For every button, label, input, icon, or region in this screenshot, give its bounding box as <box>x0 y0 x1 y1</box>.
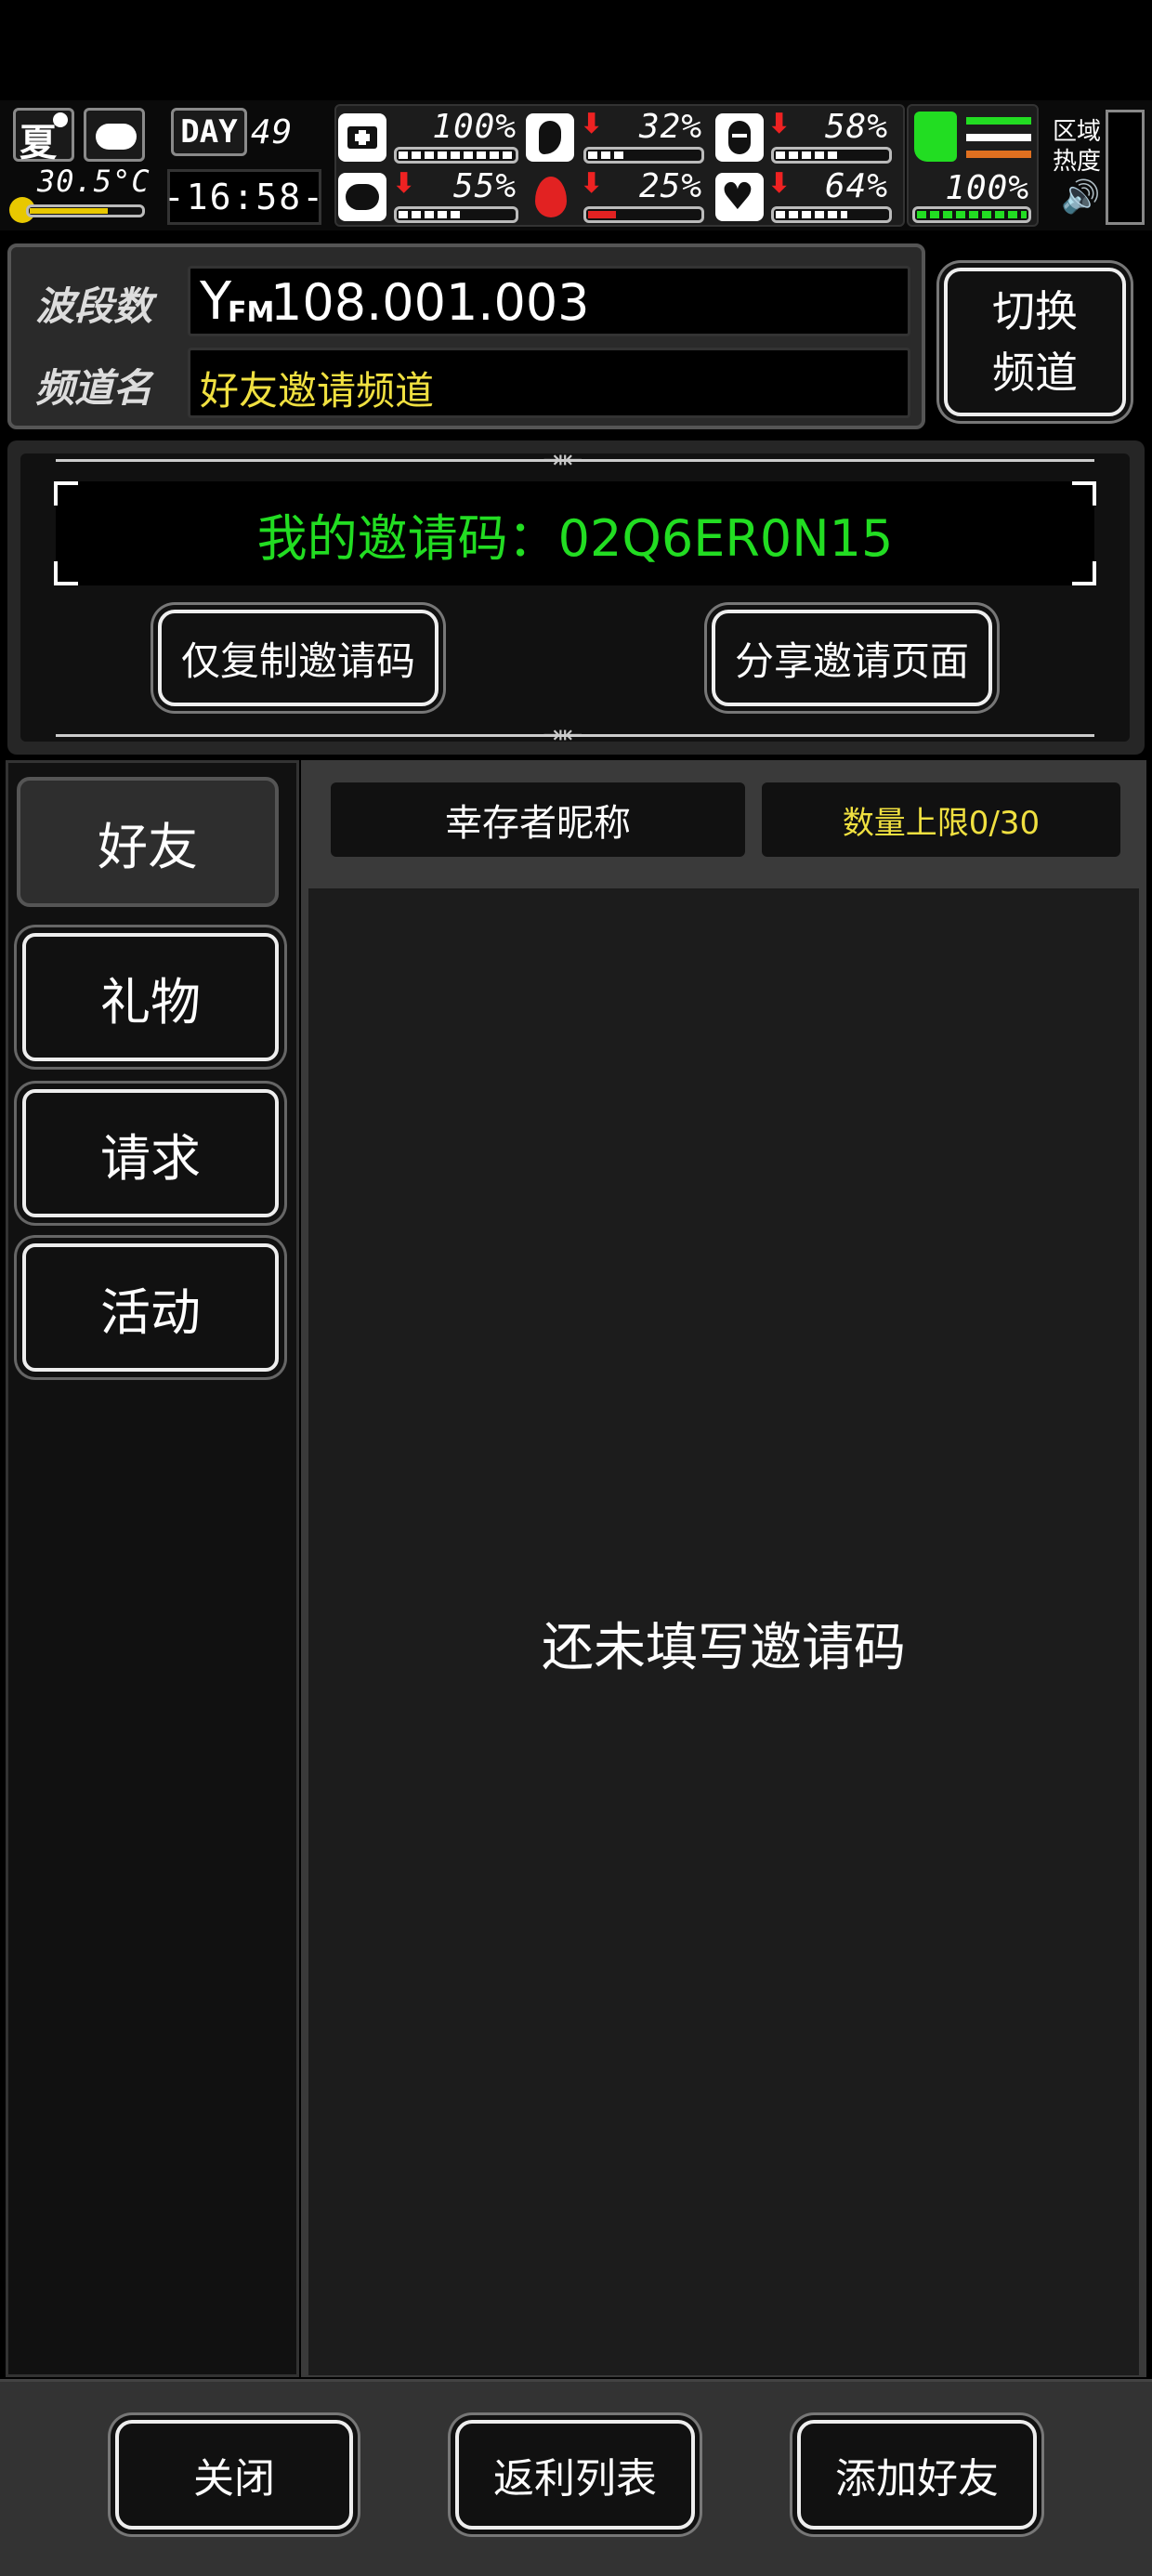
sun-icon <box>53 112 68 127</box>
brain-down-arrow: ⬇ <box>392 167 416 200</box>
tab-friends-label: 好友 <box>98 817 198 876</box>
stat-bar-fill <box>776 211 847 218</box>
friends-list-body: 还未填写邀请码 <box>308 888 1139 2375</box>
invite-code-box: 我的邀请码：02Q6ER0N15 <box>56 481 1094 585</box>
bracket-tr <box>1072 481 1096 506</box>
tab-events[interactable]: 活动 <box>22 1243 279 1372</box>
stamina-bar-fill <box>917 211 1027 218</box>
stat-health-value: 100% <box>432 108 517 146</box>
invite-code-text: 我的邀请码：02Q6ER0N15 <box>256 508 894 568</box>
bracket-bl <box>54 561 78 585</box>
stat-bar-fill <box>399 151 514 159</box>
stat-brain-value: 55% <box>452 167 517 205</box>
nickname-column-header: 幸存者昵称 <box>331 782 745 857</box>
temperature-bar-fill <box>30 208 108 214</box>
weather-badge <box>84 108 145 162</box>
stamina-bar <box>912 206 1031 223</box>
channel-name-field: 好友邀请频道 <box>188 348 910 418</box>
bracket-tl <box>54 481 78 506</box>
stamina-line-1 <box>966 117 1031 125</box>
season-label: 夏 <box>20 122 57 164</box>
copy-code-label: 仅复制邀请码 <box>180 637 415 684</box>
stomach-down-arrow: ⬇ <box>580 108 604 140</box>
limit-column-header: 数量上限0/30 <box>762 782 1120 857</box>
clock-time: -16:58- <box>163 177 326 217</box>
fm-label: FM <box>228 296 275 329</box>
stat-bar-fill <box>588 151 624 159</box>
copy-code-button[interactable]: 仅复制邀请码 <box>158 610 439 706</box>
stat-stomach-value: 32% <box>638 108 702 146</box>
medkit-icon <box>338 113 386 162</box>
share-page-button[interactable]: 分享邀请页面 <box>712 610 992 706</box>
stat-bar-fill <box>776 151 841 159</box>
stat-blood-bar <box>583 206 704 223</box>
brain-icon <box>338 173 386 221</box>
day-number: 49 <box>251 113 294 151</box>
temperature-value: 30.5°C <box>37 164 151 199</box>
stamina-value: 100% <box>945 169 1029 207</box>
divider-ornament-top: ⇥⇤ <box>543 446 583 474</box>
friends-list[interactable]: 还未填写邀请码 <box>301 883 1146 2377</box>
rebate-list-button[interactable]: 返利列表 <box>455 2420 695 2530</box>
band-label: 波段数 <box>35 283 153 329</box>
switch-channel-label: 切换频道 <box>992 286 1078 398</box>
blood-down-arrow: ⬇ <box>580 167 604 200</box>
tab-events-label: 活动 <box>100 1282 201 1342</box>
cloud-icon <box>96 124 137 150</box>
close-label: 关闭 <box>193 2455 275 2503</box>
blood-drop-icon <box>535 177 567 217</box>
tab-requests-label: 请求 <box>100 1128 201 1188</box>
speaker-icon[interactable]: 🔊 <box>1061 178 1100 216</box>
water-down-arrow: ⬇ <box>767 108 792 140</box>
water-icon <box>715 113 764 162</box>
stomach-icon <box>526 113 574 162</box>
limit-column-label: 数量上限0/30 <box>842 804 1041 842</box>
stat-water-value: 58% <box>824 108 888 146</box>
stat-brain-bar <box>394 206 518 223</box>
tab-gifts[interactable]: 礼物 <box>22 933 279 1061</box>
empty-list-message: 还未填写邀请码 <box>542 1618 906 1678</box>
tab-gifts-label: 礼物 <box>100 972 201 1032</box>
stat-stomach-bar <box>583 147 704 164</box>
day-badge: DAY <box>171 108 247 156</box>
divider-ornament-bottom: ⇥⇤ <box>543 721 583 749</box>
boot-icon <box>914 112 957 162</box>
stat-heart-bar <box>771 206 892 223</box>
bracket-br <box>1072 561 1096 585</box>
share-page-label: 分享邀请页面 <box>734 637 969 684</box>
stamina-line-2 <box>966 134 1031 141</box>
tab-friends[interactable]: 好友 <box>17 777 279 907</box>
stat-bar-fill <box>399 211 463 218</box>
stat-blood-value: 25% <box>638 167 702 205</box>
add-friend-label: 添加好友 <box>835 2455 999 2503</box>
status-bar: 夏 30.5°C DAY 49 -16:58- 100% ⬇ 32% ⬇ 58%… <box>0 100 1152 230</box>
channel-name-label: 频道名 <box>35 365 153 411</box>
temperature-bar <box>26 204 145 217</box>
switch-channel-button[interactable]: 切换频道 <box>944 268 1126 416</box>
tab-requests[interactable]: 请求 <box>22 1089 279 1217</box>
zone-heat-gauge <box>1106 110 1145 225</box>
day-label: DAY <box>180 113 238 151</box>
heart-down-arrow: ⬇ <box>767 167 792 200</box>
clock-display: -16:58- <box>164 169 323 225</box>
stat-water-bar <box>771 147 892 164</box>
stat-bar-fill <box>588 211 616 218</box>
nickname-column-label: 幸存者昵称 <box>445 802 631 845</box>
close-button[interactable]: 关闭 <box>115 2420 353 2530</box>
frequency-value: 108.001.003 <box>270 273 590 332</box>
stat-heart-value: 64% <box>824 167 888 205</box>
heart-icon: ♥ <box>715 173 764 221</box>
channel-name-value: 好友邀请频道 <box>200 368 435 414</box>
rebate-list-label: 返利列表 <box>493 2455 657 2503</box>
stamina-line-3 <box>966 151 1031 158</box>
stat-health-bar <box>394 147 518 164</box>
frequency-field: Y FM 108.001.003 <box>188 266 910 336</box>
add-friend-button[interactable]: 添加好友 <box>797 2420 1037 2530</box>
season-badge: 夏 <box>13 108 74 164</box>
zone-heat-label: 区域热度 <box>1052 118 1101 176</box>
